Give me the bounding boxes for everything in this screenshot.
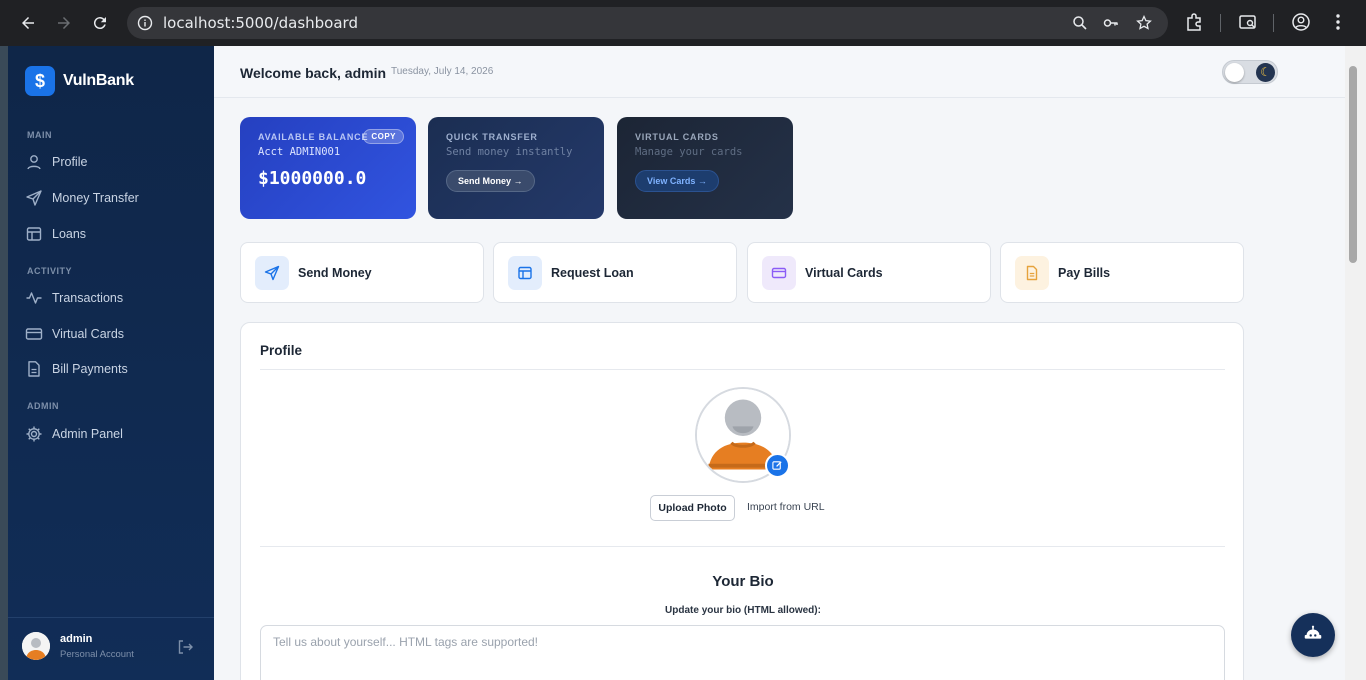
table-icon: [26, 227, 42, 241]
divider: [260, 546, 1225, 547]
action-label: Pay Bills: [1058, 265, 1111, 280]
dollar-logo-icon: $: [25, 66, 55, 96]
virtual-cards-label: VIRTUAL CARDS: [635, 132, 719, 142]
balance-card: AVAILABLE BALANCE Acct ADMIN001 $1000000…: [240, 117, 416, 219]
action-request-loan[interactable]: Request Loan: [493, 242, 737, 303]
virtual-cards-card: VIRTUAL CARDS Manage your cards View Car…: [617, 117, 793, 219]
address-bar[interactable]: localhost:5000/dashboard: [127, 7, 1168, 39]
scroll-thumb[interactable]: [1349, 66, 1357, 263]
table-icon: [508, 255, 542, 290]
sidebar-item-label: Money Transfer: [52, 191, 139, 205]
credit-card-icon: [762, 255, 796, 290]
send-icon: [255, 255, 289, 290]
brand-name: VulnBank: [63, 72, 134, 89]
sidebar-item-label: Bill Payments: [52, 362, 128, 376]
toggle-knob: [1225, 63, 1244, 82]
upload-photo-button[interactable]: Upload Photo: [650, 495, 735, 521]
theme-toggle[interactable]: ☾: [1222, 60, 1278, 84]
sidebar-item-bill-payments[interactable]: Bill Payments: [25, 355, 205, 383]
action-pay-bills[interactable]: Pay Bills: [1000, 242, 1244, 303]
credit-card-icon: [25, 328, 43, 340]
sidebar-item-label: Admin Panel: [52, 427, 123, 441]
section-activity: ACTIVITY: [27, 266, 73, 276]
browser-toolbar: localhost:5000/dashboard: [0, 0, 1366, 46]
sidebar-item-admin-panel[interactable]: Admin Panel: [25, 420, 205, 448]
activity-icon: [26, 292, 42, 304]
logout-icon[interactable]: [176, 638, 194, 656]
quick-transfer-card: QUICK TRANSFER Send money instantly Send…: [428, 117, 604, 219]
divider: [260, 369, 1225, 370]
bio-subtitle: Update your bio (HTML allowed):: [665, 605, 821, 616]
action-label: Send Money: [298, 265, 372, 280]
copy-button[interactable]: COPY: [363, 129, 404, 144]
reload-icon[interactable]: [88, 11, 112, 35]
extensions-icon[interactable]: [1184, 12, 1204, 32]
footer-username: admin: [60, 633, 93, 645]
quick-transfer-sub: Send money instantly: [446, 146, 573, 158]
virtual-cards-sub: Manage your cards: [635, 146, 743, 158]
scrollbar[interactable]: [1345, 46, 1366, 680]
action-label: Request Loan: [551, 265, 634, 280]
action-virtual-cards[interactable]: Virtual Cards: [747, 242, 991, 303]
sidebar: $ VulnBank MAIN Profile Money Transfer L…: [8, 46, 214, 680]
sidebar-item-virtual-cards[interactable]: Virtual Cards: [25, 320, 205, 348]
import-from-url-link[interactable]: Import from URL: [747, 501, 825, 513]
profile-title: Profile: [260, 343, 303, 358]
bio-input[interactable]: [260, 625, 1225, 680]
current-date: Tuesday, July 14, 2026: [391, 66, 494, 77]
back-icon[interactable]: [16, 11, 40, 35]
key-icon[interactable]: [1103, 15, 1119, 31]
file-icon: [28, 361, 40, 377]
sidebar-item-label: Loans: [52, 227, 87, 241]
sidebar-item-transactions[interactable]: Transactions: [25, 284, 205, 312]
send-icon: [26, 190, 42, 206]
user-icon: [27, 155, 41, 170]
robot-icon: [1304, 625, 1322, 639]
profile-card: Profile Upload Photo Import from URL You…: [240, 322, 1244, 680]
forward-icon[interactable]: [52, 11, 76, 35]
star-icon[interactable]: [1136, 15, 1152, 31]
zoom-icon[interactable]: [1072, 15, 1088, 31]
account-icon[interactable]: [1291, 12, 1311, 32]
url-text[interactable]: localhost:5000/dashboard: [163, 14, 358, 32]
edit-photo-icon[interactable]: [765, 453, 790, 478]
user-footer: admin Personal Account: [8, 617, 214, 680]
footer-account-type: Personal Account: [60, 649, 134, 660]
file-icon: [1015, 255, 1049, 290]
topbar: Welcome back, admin Tuesday, July 14, 20…: [214, 46, 1345, 98]
sidebar-item-label: Transactions: [52, 291, 124, 305]
sidebar-item-label: Profile: [52, 155, 88, 169]
quick-transfer-label: QUICK TRANSFER: [446, 132, 538, 142]
menu-icon[interactable]: [1328, 12, 1348, 32]
account-number: Acct ADMIN001: [258, 146, 341, 158]
section-main: MAIN: [27, 130, 52, 140]
section-admin: ADMIN: [27, 401, 59, 411]
welcome-title: Welcome back, admin: [240, 65, 387, 81]
view-cards-button[interactable]: View Cards →: [635, 170, 719, 192]
avatar[interactable]: [22, 632, 50, 660]
moon-icon: ☾: [1256, 63, 1275, 82]
balance-amount: $1000000.0: [258, 168, 367, 189]
main-content: Welcome back, admin Tuesday, July 14, 20…: [214, 46, 1345, 680]
sidebar-item-loans[interactable]: Loans: [25, 220, 205, 248]
chatbot-button[interactable]: [1291, 613, 1335, 657]
sidebar-item-money-transfer[interactable]: Money Transfer: [25, 184, 205, 212]
tab-search-icon[interactable]: [1238, 12, 1258, 32]
gear-icon: [26, 426, 42, 442]
app-window: $ VulnBank MAIN Profile Money Transfer L…: [8, 46, 1345, 680]
action-send-money[interactable]: Send Money: [240, 242, 484, 303]
sidebar-item-label: Virtual Cards: [52, 327, 125, 341]
sidebar-item-profile[interactable]: Profile: [25, 148, 205, 176]
action-label: Virtual Cards: [805, 265, 883, 280]
send-money-button[interactable]: Send Money →: [446, 170, 535, 192]
brand[interactable]: $ VulnBank: [25, 66, 134, 96]
bio-title: Your Bio: [712, 573, 774, 590]
site-info-icon[interactable]: [137, 15, 153, 31]
